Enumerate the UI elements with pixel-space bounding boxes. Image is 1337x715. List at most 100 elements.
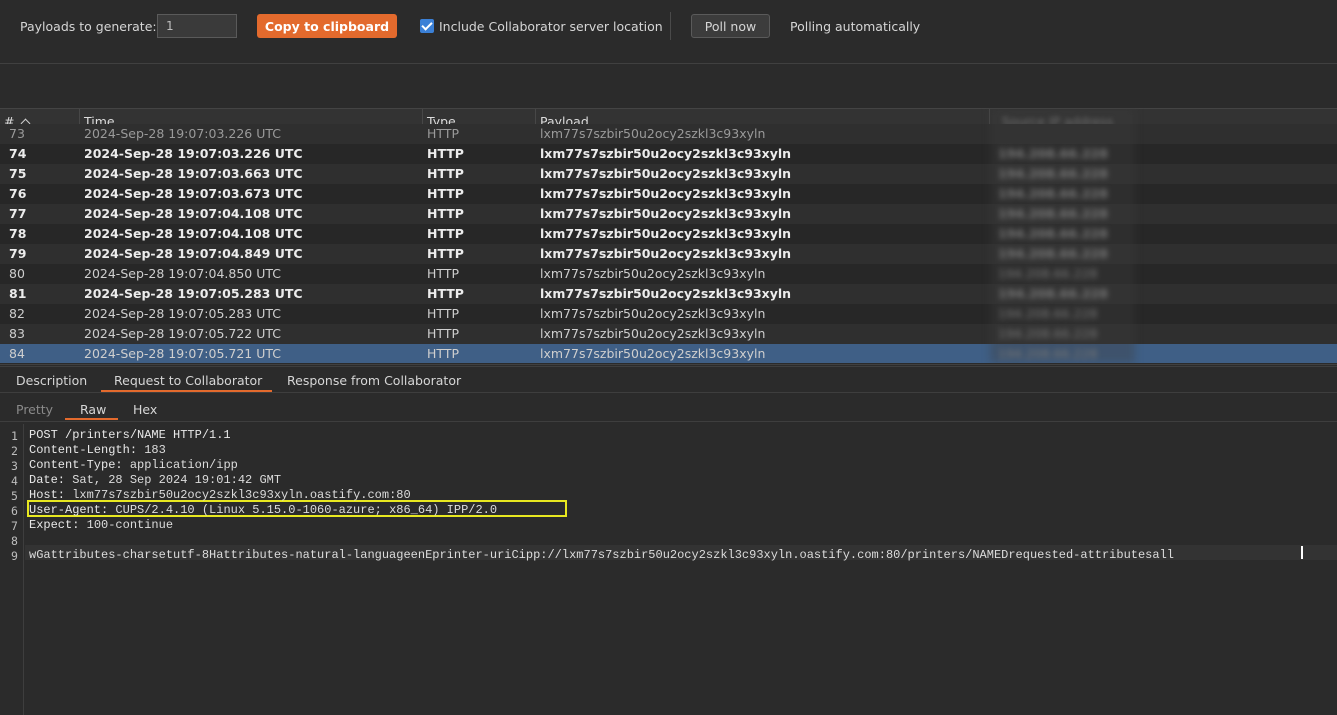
cell-number: 74 xyxy=(9,146,27,161)
code-line: Content-Length: 183 xyxy=(29,443,166,457)
cell-type: HTTP xyxy=(427,326,459,341)
table-divider-line xyxy=(0,364,1337,365)
table-row[interactable]: 83 2024-Sep-28 19:07:05.722 UTC HTTP lxm77s… xyxy=(0,324,1337,344)
toolbar-divider xyxy=(670,12,671,40)
cell-payload: lxm77s7szbir50u2ocy2szkl3c93xyln xyxy=(540,286,792,301)
header-value: 183 xyxy=(137,443,166,457)
header-name: Host: xyxy=(29,488,66,502)
cell-number: 80 xyxy=(9,266,25,281)
table-row[interactable]: 81 2024-Sep-28 19:07:05.283 UTC HTTP lxm77s… xyxy=(0,284,1337,304)
tab-response-from-collaborator[interactable]: Response from Collaborator xyxy=(287,373,461,388)
table-row[interactable]: 75 2024-Sep-28 19:07:03.663 UTC HTTP lxm77s… xyxy=(0,164,1337,184)
code-line: Expect: 100-continue xyxy=(29,518,173,532)
code-line: POST /printers/NAME HTTP/1.1 xyxy=(29,428,231,442)
line-number: 2 xyxy=(11,444,18,458)
cell-number: 81 xyxy=(9,286,27,301)
include-server-label[interactable]: Include Collaborator server location xyxy=(439,19,663,34)
tab-description[interactable]: Description xyxy=(16,373,87,388)
cell-payload: lxm77s7szbir50u2ocy2szkl3c93xyln xyxy=(540,246,792,261)
header-name: Date: xyxy=(29,473,66,487)
line-number: 5 xyxy=(11,489,18,503)
line-number: 8 xyxy=(11,534,18,548)
table-row[interactable]: 76 2024-Sep-28 19:07:03.673 UTC HTTP lxm77s… xyxy=(0,184,1337,204)
header-value: lxm77s7szbir50u2ocy2szkl3c93xyln.oastify… xyxy=(65,488,411,502)
cell-payload: lxm77s7szbir50u2ocy2szkl3c93xyln xyxy=(540,146,792,161)
code-line: Date: Sat, 28 Sep 2024 19:01:42 GMT xyxy=(29,473,281,487)
cell-number: 76 xyxy=(9,186,27,201)
cell-time: 2024-Sep-28 19:07:05.722 UTC xyxy=(84,326,281,341)
line-number: 3 xyxy=(11,459,18,473)
cell-type: HTTP xyxy=(427,246,464,261)
active-tab-indicator xyxy=(101,390,272,392)
table-row[interactable]: 84 2024-Sep-28 19:07:05.721 UTC HTTP lxm77s… xyxy=(0,344,1337,363)
cell-payload: lxm77s7szbir50u2ocy2szkl3c93xyln xyxy=(540,346,766,361)
cell-time: 2024-Sep-28 19:07:04.849 UTC xyxy=(84,246,303,261)
poll-now-button[interactable]: Poll now xyxy=(691,14,770,38)
header-value: CUPS/2.4.10 (Linux 5.15.0-1060-azure; x8… xyxy=(108,503,498,517)
header-name: Expect: xyxy=(29,518,80,532)
header-name: Content-Type: xyxy=(29,458,123,472)
cell-type: HTTP xyxy=(427,166,464,181)
text-caret xyxy=(1301,546,1303,559)
code-line: Content-Type: application/ipp xyxy=(29,458,238,472)
cell-time: 2024-Sep-28 19:07:05.721 UTC xyxy=(84,346,281,361)
cell-type: HTTP xyxy=(427,226,464,241)
cell-time: 2024-Sep-28 19:07:04.108 UTC xyxy=(84,226,303,241)
cell-number: 78 xyxy=(9,226,27,241)
active-view-indicator xyxy=(65,418,118,420)
polling-status: Polling automatically xyxy=(790,19,921,34)
cell-number: 77 xyxy=(9,206,27,221)
tab-raw[interactable]: Raw xyxy=(80,402,106,417)
view-tabs: Pretty Raw Hex xyxy=(0,396,1337,422)
table-row[interactable]: 82 2024-Sep-28 19:07:05.283 UTC HTTP lxm77s… xyxy=(0,304,1337,324)
cell-type: HTTP xyxy=(427,346,459,361)
cell-payload: lxm77s7szbir50u2ocy2szkl3c93xyln xyxy=(540,306,766,321)
table-row[interactable]: 80 2024-Sep-28 19:07:04.850 UTC HTTP lxm77s… xyxy=(0,264,1337,284)
cell-time: 2024-Sep-28 19:07:05.283 UTC xyxy=(84,286,303,301)
cell-time: 2024-Sep-28 19:07:03.673 UTC xyxy=(84,186,303,201)
table-row[interactable]: 74 2024-Sep-28 19:07:03.226 UTC HTTP lxm77s… xyxy=(0,144,1337,164)
cell-type: HTTP xyxy=(427,266,459,281)
header-value: application/ipp xyxy=(122,458,238,472)
cell-type: HTTP xyxy=(427,186,464,201)
header-value: wGattributes-charsetutf-8Hattributes-nat… xyxy=(29,548,1174,562)
cell-number: 82 xyxy=(9,306,25,321)
cell-time: 2024-Sep-28 19:07:03.226 UTC xyxy=(84,126,281,141)
table-row[interactable]: 77 2024-Sep-28 19:07:04.108 UTC HTTP lxm77s… xyxy=(0,204,1337,224)
table-row-partial[interactable]: 73 2024-Sep-28 19:07:03.226 UTC HTTP lxm… xyxy=(0,124,1337,144)
cell-time: 2024-Sep-28 19:07:03.663 UTC xyxy=(84,166,303,181)
line-number: 9 xyxy=(11,549,18,563)
table-row[interactable]: 78 2024-Sep-28 19:07:04.108 UTC HTTP lxm77s… xyxy=(0,224,1337,244)
table-row[interactable]: 79 2024-Sep-28 19:07:04.849 UTC HTTP lxm77s… xyxy=(0,244,1337,264)
line-number: 6 xyxy=(11,504,18,518)
code-line: wGattributes-charsetutf-8Hattributes-nat… xyxy=(29,548,1174,562)
cell-type: HTTP xyxy=(427,306,459,321)
line-number: 4 xyxy=(11,474,18,488)
line-number: 1 xyxy=(11,429,18,443)
interactions-table[interactable]: # Time Type Payload Source IP address 73… xyxy=(0,108,1337,363)
code-line: User-Agent: CUPS/2.4.10 (Linux 5.15.0-10… xyxy=(29,503,497,517)
cell-type: HTTP xyxy=(427,286,464,301)
copy-to-clipboard-button[interactable]: Copy to clipboard xyxy=(257,14,397,38)
tab-request-to-collaborator[interactable]: Request to Collaborator xyxy=(114,373,262,388)
header-name: User-Agent: xyxy=(29,503,109,517)
tab-pretty[interactable]: Pretty xyxy=(16,402,53,417)
cell-number: 84 xyxy=(9,346,25,361)
cell-number: 79 xyxy=(9,246,27,261)
cell-number: 75 xyxy=(9,166,27,181)
header-value: Sat, 28 Sep 2024 19:01:42 GMT xyxy=(65,473,282,487)
payloads-label: Payloads to generate: xyxy=(20,19,157,34)
payloads-count-input[interactable] xyxy=(157,14,237,38)
include-server-checkbox[interactable] xyxy=(420,19,434,33)
cell-time: 2024-Sep-28 19:07:04.108 UTC xyxy=(84,206,303,221)
cell-type: HTTP xyxy=(427,126,459,141)
redacted-ip-column xyxy=(990,108,1135,363)
cell-payload: lxm77s7szbir50u2ocy2szkl3c93xyln xyxy=(540,166,792,181)
cell-payload: lxm77s7szbir50u2ocy2szkl3c93xyln xyxy=(540,126,766,141)
cell-payload: lxm77s7szbir50u2ocy2szkl3c93xyln xyxy=(540,186,792,201)
request-editor[interactable]: 1 POST /printers/NAME HTTP/1.1 2 Content-Le… xyxy=(0,424,1337,715)
tab-hex[interactable]: Hex xyxy=(133,402,157,417)
header-name: POST /printers/NAME HTTP/1.1 xyxy=(29,428,231,442)
cell-type: HTTP xyxy=(427,206,464,221)
line-number: 7 xyxy=(11,519,18,533)
